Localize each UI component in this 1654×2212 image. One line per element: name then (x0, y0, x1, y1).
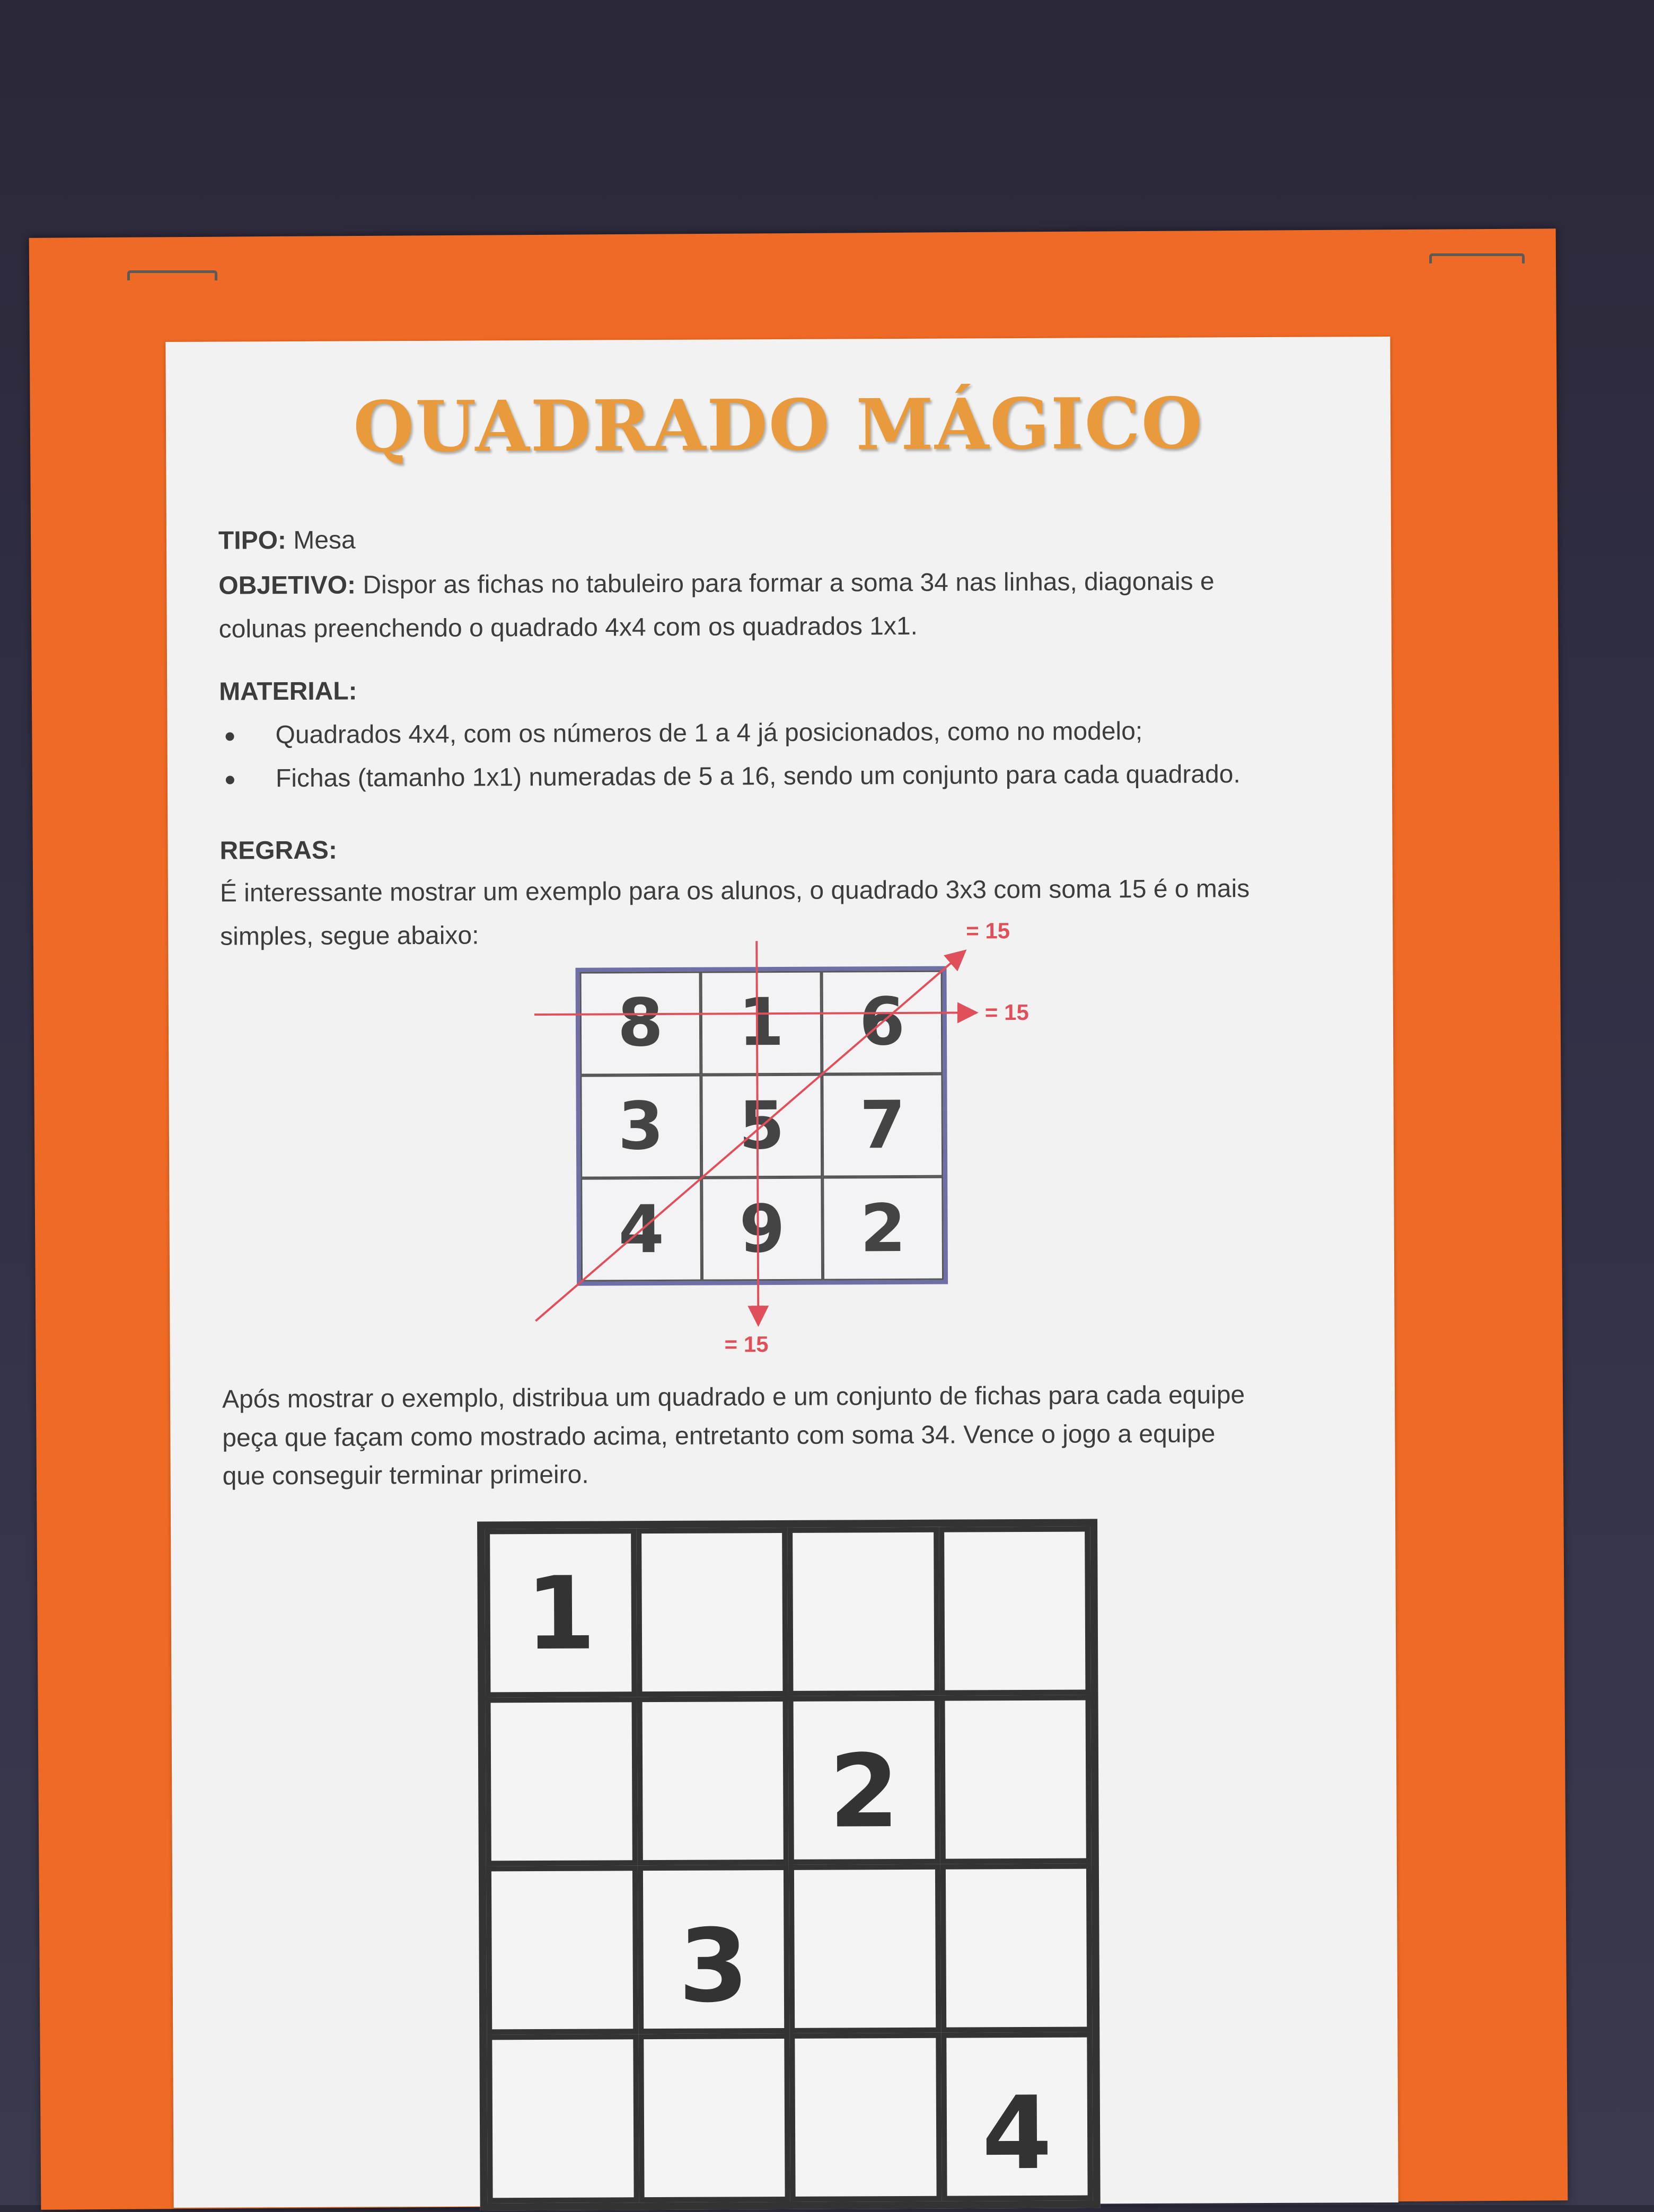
board-cell (787, 1527, 939, 1696)
material-heading: MATERIAL: (219, 677, 357, 706)
board-cell-number: 4 (981, 2074, 1052, 2192)
material-item-text: Quadrados 4x4, com os números de 1 a 4 j… (275, 717, 1143, 750)
board-cell (486, 1865, 638, 2035)
board-cell (485, 1697, 638, 1866)
staple-left (127, 270, 217, 280)
staple-right (1429, 253, 1525, 263)
board-cell: 2 (788, 1695, 940, 1865)
board-cell-number: 3 (678, 1907, 749, 2025)
example-cell: 4 (580, 1177, 702, 1282)
regras-label: REGRAS: (219, 824, 1359, 873)
material-item: Fichas (tamanho 1x1) numeradas de 5 a 16… (225, 752, 1366, 800)
board-cell (638, 2033, 790, 2203)
board-cell-number (641, 1554, 782, 1555)
row-sum-label: = 15 (985, 1000, 1029, 1025)
example-cell: 8 (579, 971, 701, 1076)
example-magic-square-3x3: 8 1 6 3 5 7 4 9 2 (575, 966, 948, 1286)
regras-line-2: simples, segue abaixo: (220, 921, 479, 951)
board-cell (636, 1696, 789, 1866)
board-cell: 3 (637, 1864, 790, 2034)
example-cell: 6 (821, 970, 943, 1074)
bullet-icon (225, 732, 234, 741)
instruction-sheet: QUADRADO MÁGICO TIPO: Mesa OBJETIVO: Dis… (165, 336, 1398, 2211)
column-sum-label: = 15 (724, 1332, 768, 1356)
board-cell-number: 2 (829, 1733, 900, 1850)
objetivo-text-1: Dispor as fichas no tabuleiro para forma… (363, 567, 1215, 600)
board-cell-number (944, 1553, 1085, 1554)
material-label: MATERIAL: (219, 665, 1359, 713)
material-item: Quadrados 4x4, com os números de 1 a 4 j… (225, 709, 1365, 757)
magic-square-board-4x4: 1 2 3 4 (477, 1519, 1101, 2211)
tipo-label: TIPO: (218, 526, 287, 555)
board-cell (938, 1526, 1091, 1696)
example-cell: 2 (822, 1176, 944, 1281)
objetivo-line-2: colunas preenchendo o quadrado 4x4 com o… (218, 612, 918, 644)
board-cell-number (795, 2075, 936, 2076)
board-cell: 1 (485, 1528, 637, 1698)
board-cell-number (642, 1733, 782, 1734)
example-cell: 9 (701, 1177, 823, 1281)
regras-heading: REGRAS: (219, 836, 337, 865)
board-cell (789, 2032, 942, 2202)
board-cell (939, 1695, 1092, 1864)
page-title: QUADRADO MÁGICO (353, 382, 1204, 469)
instructions-line-3: que conseguir terminar primeiro. (222, 1460, 589, 1491)
board-cell-number (945, 1732, 1085, 1733)
board-cell (940, 1863, 1093, 2033)
tipo-value: Mesa (293, 526, 356, 555)
example-cell: 1 (700, 971, 822, 1075)
board-cell: 4 (940, 2032, 1093, 2201)
board-cell (788, 1864, 941, 2033)
board-cell (487, 2034, 639, 2204)
example-cell: 5 (701, 1074, 823, 1178)
board-cell-number (946, 1906, 1086, 1907)
bullet-icon (225, 775, 234, 785)
board-cell-number (492, 2076, 633, 2077)
regras-line-1: É interessante mostrar um exemplo para o… (219, 875, 1250, 907)
example-cell: 3 (580, 1074, 702, 1178)
example-cell: 7 (822, 1073, 944, 1177)
material-item-text: Fichas (tamanho 1x1) numeradas de 5 a 16… (275, 760, 1240, 793)
tipo-line: TIPO: Mesa (218, 514, 1358, 562)
board-cell (636, 1527, 788, 1697)
board-cell-number: 1 (525, 1555, 596, 1673)
objetivo-label: OBJETIVO: (218, 571, 356, 600)
objetivo-line-1: OBJETIVO: Dispor as fichas no tabuleiro … (218, 559, 1358, 607)
